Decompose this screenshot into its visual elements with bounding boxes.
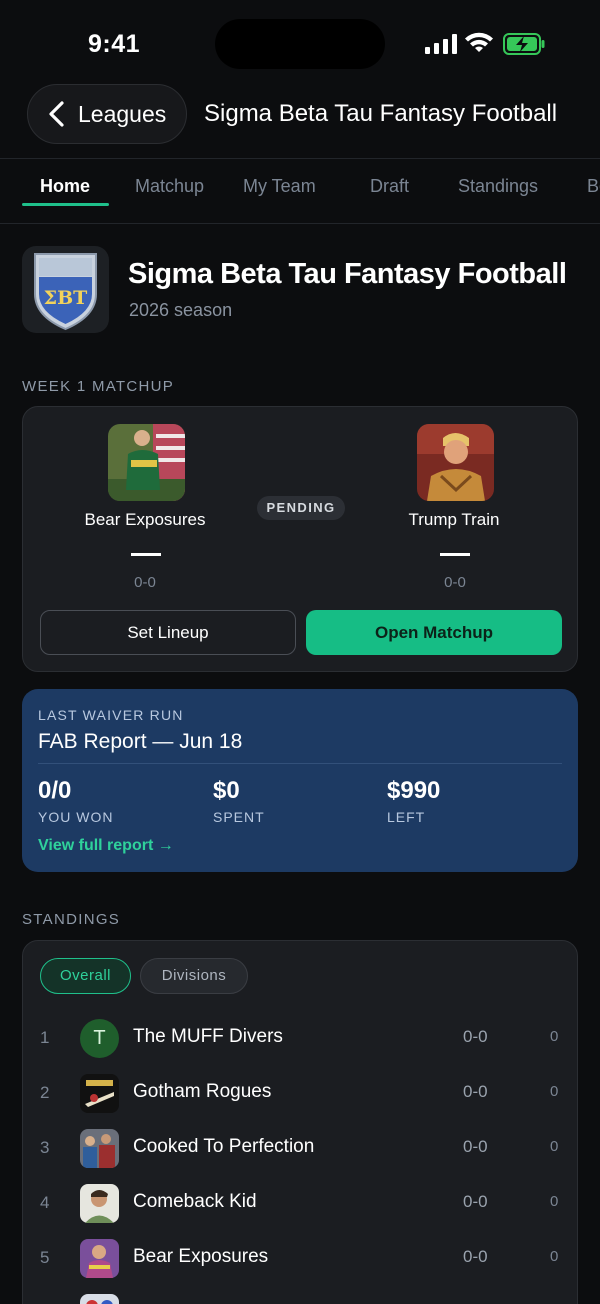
row-rank: 4: [40, 1193, 50, 1212]
home-team-score: [131, 553, 161, 556]
row-team-name: Gotham Rogues: [133, 1081, 272, 1102]
tab-matchup[interactable]: Matchup: [135, 176, 204, 197]
view-full-report-link[interactable]: View full report →: [38, 837, 174, 855]
tab-bar: Home Matchup My Team Draft Standings Bo: [0, 160, 600, 222]
standings-row[interactable]: 3 Cooked To Perfection 0-0 0: [23, 1121, 579, 1175]
away-team-record: 0-0: [444, 574, 466, 591]
team-avatar: [80, 1184, 119, 1223]
stat-won-value: 0/0: [38, 777, 72, 804]
row-record: 0-0: [463, 1137, 488, 1156]
row-record: 0-0: [463, 1027, 488, 1046]
standings-row[interactable]: 2 Gotham Rogues 0-0 0: [23, 1066, 579, 1120]
row-record: 0-0: [463, 1247, 488, 1266]
tab-overflow[interactable]: Bo: [587, 176, 600, 197]
home-team-name: Bear Exposures: [84, 510, 206, 529]
row-team-name: Bear Exposures: [133, 1246, 269, 1267]
matchup-card[interactable]: Bear Exposures 0-0 PENDING Trump Train 0…: [22, 406, 578, 672]
standings-row-partial[interactable]: [23, 1286, 579, 1304]
row-rank: 3: [40, 1138, 50, 1157]
away-team-avatar: [417, 424, 494, 501]
filter-divisions[interactable]: Divisions: [140, 958, 248, 994]
stat-left-value: $990: [387, 777, 441, 804]
page-title: Sigma Beta Tau Fantasy Football: [204, 100, 558, 127]
waiver-divider: [38, 763, 562, 764]
row-points: 0: [550, 1028, 559, 1045]
chevron-left-icon: [49, 101, 64, 127]
active-tab-indicator: [22, 203, 109, 206]
row-points: 0: [550, 1248, 559, 1265]
open-matchup-button[interactable]: Open Matchup: [306, 610, 562, 655]
team-avatar: [80, 1129, 119, 1168]
status-time: 9:41: [88, 30, 141, 58]
tab-home[interactable]: Home: [40, 176, 90, 197]
row-points: 0: [550, 1138, 559, 1155]
row-team-name: Cooked To Perfection: [133, 1136, 315, 1157]
wifi-icon: [465, 32, 493, 52]
tab-my-team[interactable]: My Team: [243, 176, 316, 197]
stat-spent-value: $0: [213, 777, 240, 804]
status-bar: 9:41: [0, 0, 600, 88]
row-points: 0: [550, 1193, 559, 1210]
team-avatar-letter: T: [93, 1027, 106, 1049]
back-button-label: Leagues: [78, 100, 167, 127]
stat-left-label: LEFT: [387, 809, 426, 825]
row-team-name: Comeback Kid: [133, 1191, 257, 1212]
row-team-name: The MUFF Divers: [133, 1026, 283, 1047]
team-avatar: [80, 1074, 119, 1113]
stat-won-label: YOU WON: [38, 809, 114, 825]
row-rank: 2: [40, 1083, 50, 1102]
row-record: 0-0: [463, 1082, 488, 1101]
league-logo: ΣBT: [22, 246, 109, 333]
cellular-signal-icon: [425, 34, 457, 54]
home-team-avatar: [108, 424, 185, 501]
dynamic-island: [215, 19, 385, 69]
battery-charging-icon: [503, 33, 545, 55]
row-points: 0: [550, 1083, 559, 1100]
matchup-section-label: WEEK 1 MATCHUP: [22, 378, 175, 395]
standings-section-label: STANDINGS: [22, 911, 121, 928]
tab-draft[interactable]: Draft: [370, 176, 409, 197]
waiver-title: FAB Report — Jun 18: [38, 730, 243, 753]
team-avatar: [80, 1294, 119, 1304]
row-rank: 1: [40, 1028, 50, 1047]
standings-row[interactable]: 4 Comeback Kid 0-0 0: [23, 1176, 579, 1230]
matchup-status-badge: PENDING: [257, 496, 345, 520]
tabs-divider: [0, 223, 600, 224]
standings-row[interactable]: 1 T The MUFF Divers 0-0 0: [23, 1011, 579, 1065]
team-avatar: [80, 1239, 119, 1278]
row-record: 0-0: [463, 1192, 488, 1211]
league-logo-letters: ΣBT: [44, 287, 88, 309]
set-lineup-button[interactable]: Set Lineup: [40, 610, 296, 655]
team-avatar: T: [80, 1019, 119, 1058]
row-rank: 5: [40, 1248, 50, 1267]
standings-card: Overall Divisions 1 T The MUFF Divers 0-…: [22, 940, 578, 1304]
tab-standings[interactable]: Standings: [458, 176, 538, 197]
away-team-score: [440, 553, 470, 556]
filter-overall[interactable]: Overall: [40, 958, 131, 994]
shield-icon: ΣBT: [34, 253, 97, 331]
league-name: Sigma Beta Tau Fantasy Football: [128, 258, 567, 290]
header-divider: [0, 158, 600, 159]
back-button[interactable]: Leagues: [27, 84, 187, 144]
standings-row[interactable]: 5 Bear Exposures 0-0 0: [23, 1231, 579, 1285]
home-team-record: 0-0: [134, 574, 156, 591]
waiver-kicker: LAST WAIVER RUN: [38, 707, 184, 723]
stat-spent-label: SPENT: [213, 809, 265, 825]
waiver-report-card[interactable]: LAST WAIVER RUN FAB Report — Jun 18 0/0 …: [22, 689, 578, 872]
league-season: 2026 season: [129, 300, 233, 320]
away-team-name: Trump Train: [408, 510, 500, 529]
